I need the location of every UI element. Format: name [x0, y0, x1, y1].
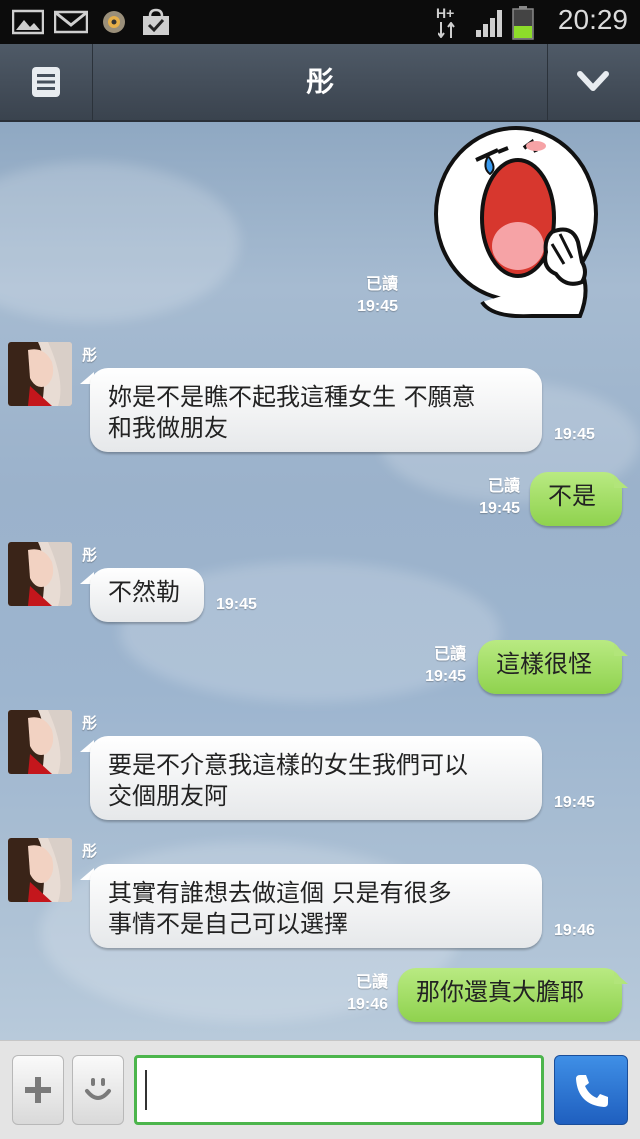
avatar-photo [8, 710, 72, 774]
mascot-notification-icon [100, 8, 128, 36]
status-bar: H+ 20:29 [0, 0, 640, 44]
message-text-line: 不然勒 [108, 578, 180, 606]
data-arrows-icon [437, 21, 456, 39]
message-meta: 已讀 19:46 [328, 972, 388, 1016]
gallery-icon [11, 8, 45, 36]
read-receipt: 已讀 [487, 478, 520, 495]
sender-name: 彤 [82, 842, 98, 860]
message-time: 19:45 [425, 668, 466, 685]
signal-icon [474, 6, 506, 38]
chat-area[interactable]: 已讀 19:45 彤 妳是不是瞧不起我這種女生 不願意 和我做朋友 19:45 … [0, 122, 640, 1040]
bubble-tail [614, 644, 628, 656]
avatar[interactable] [8, 542, 72, 606]
message-bubble-incoming[interactable]: 不然勒 [90, 568, 204, 622]
message-text-line: 和我做朋友 [108, 414, 228, 442]
sender-name: 彤 [82, 714, 98, 732]
text-cursor [145, 1070, 147, 1110]
avatar[interactable] [8, 838, 72, 902]
message-input[interactable] [137, 1058, 541, 1122]
read-receipt: 已讀 [433, 646, 466, 663]
clock: 20:29 [557, 4, 628, 35]
avatar-photo [8, 342, 72, 406]
message-time: 19:46 [554, 922, 595, 939]
sender-name: 彤 [82, 346, 98, 364]
sticker-message[interactable] [432, 122, 600, 319]
sender-name: 彤 [82, 546, 98, 564]
gmail-icon [53, 8, 89, 36]
message-time: 19:45 [216, 596, 257, 613]
chevron-down-icon [577, 71, 609, 91]
chat-header: 彤 [0, 44, 640, 122]
message-time: 19:45 [554, 426, 595, 443]
avatar[interactable] [8, 342, 72, 406]
message-text-line: 要是不介意我這樣的女生我們可以 [108, 751, 468, 779]
chat-title: 彤 [305, 65, 334, 98]
message-text-line: 妳是不是瞧不起我這種女生 不願意 [108, 383, 476, 411]
message-time: 19:45 [554, 794, 595, 811]
message-text: 那你還真大膽耶 [416, 978, 584, 1006]
message-text-line: 其實有誰想去做這個 只是有很多 [108, 879, 452, 907]
message-text: 不是 [548, 482, 596, 510]
plus-icon [25, 1077, 51, 1103]
smiley-icon [85, 1078, 111, 1100]
network-type: H+ [436, 5, 455, 21]
phone-icon [576, 1075, 608, 1107]
avatar[interactable] [8, 710, 72, 774]
menu-list-icon [32, 67, 60, 97]
message-text: 這樣很怪 [496, 650, 592, 678]
message-bubble-incoming[interactable]: 妳是不是瞧不起我這種女生 不願意 和我做朋友 [90, 368, 542, 452]
bubble-tail [614, 476, 628, 488]
message-time: 19:46 [347, 996, 388, 1013]
shopping-bag-icon [140, 8, 172, 36]
message-input-field[interactable] [134, 1055, 544, 1125]
crying-face-sticker [434, 126, 598, 319]
avatar-photo [8, 838, 72, 902]
message-time: 19:45 [479, 500, 520, 517]
message-bubble-incoming[interactable]: 要是不介意我這樣的女生我們可以 交個朋友阿 [90, 736, 542, 820]
menu-button[interactable] [0, 44, 93, 120]
collapse-button[interactable] [547, 44, 640, 120]
message-text-line: 交個朋友阿 [108, 782, 228, 810]
message-bubble-outgoing[interactable]: 這樣很怪 [478, 640, 622, 694]
read-receipt: 已讀 [355, 974, 388, 991]
message-bubble-outgoing[interactable]: 那你還真大膽耶 [398, 968, 622, 1022]
message-meta: 已讀 19:45 [460, 476, 520, 520]
battery-icon [512, 6, 534, 40]
message-bubble-outgoing[interactable]: 不是 [530, 472, 622, 526]
emoji-button[interactable] [72, 1055, 124, 1125]
read-receipt: 已讀 [365, 276, 398, 293]
bubble-tail [614, 972, 628, 984]
input-bar [0, 1040, 640, 1139]
message-time: 19:45 [357, 298, 398, 315]
avatar-photo [8, 542, 72, 606]
call-button[interactable] [554, 1055, 628, 1125]
attach-button[interactable] [12, 1055, 64, 1125]
message-text-line: 事情不是自己可以選擇 [108, 910, 348, 938]
message-bubble-incoming[interactable]: 其實有誰想去做這個 只是有很多 事情不是自己可以選擇 [90, 864, 542, 948]
message-meta: 已讀 19:45 [330, 274, 398, 318]
message-meta: 已讀 19:45 [406, 644, 466, 688]
